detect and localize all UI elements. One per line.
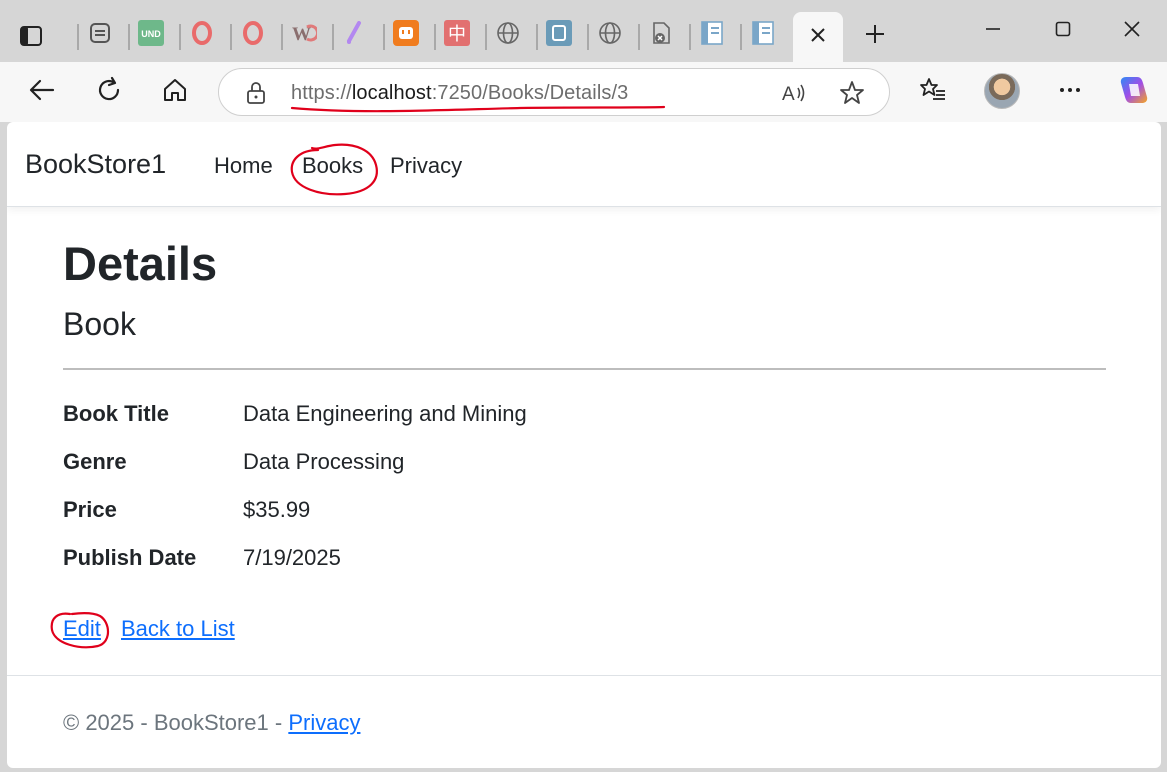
- nav-home[interactable]: Home: [214, 153, 273, 179]
- new-tab-button[interactable]: [858, 20, 892, 52]
- tab-doc-edit[interactable]: [543, 19, 575, 51]
- refresh-button[interactable]: [89, 72, 129, 112]
- settings-more-button[interactable]: [1050, 72, 1090, 112]
- favorites-button[interactable]: [913, 72, 953, 112]
- doc-edit-icon: [546, 19, 572, 51]
- url-host: localhost: [351, 82, 432, 104]
- tab-actions-icon[interactable]: [16, 22, 46, 50]
- edit-link[interactable]: Edit: [63, 616, 101, 642]
- footer-privacy-link[interactable]: Privacy: [288, 710, 360, 735]
- tab-und[interactable]: UND: [135, 19, 167, 51]
- close-tab-icon[interactable]: [809, 26, 827, 49]
- page-subtitle: Book: [63, 306, 136, 342]
- url-text[interactable]: https://localhost:7250/Books/Details/3: [291, 82, 628, 105]
- svg-text:A: A: [782, 84, 795, 105]
- copilot-icon: [1117, 73, 1151, 112]
- back-button[interactable]: [22, 72, 62, 112]
- site-brand[interactable]: BookStore1: [25, 149, 166, 180]
- opera-icon: [190, 20, 214, 50]
- svg-text:UND: UND: [141, 29, 161, 39]
- plug-icon: [393, 19, 419, 51]
- tab-strip: UND W 中: [0, 0, 1167, 62]
- tab-file-close[interactable]: [645, 19, 677, 51]
- tab-document-1[interactable]: [696, 19, 728, 51]
- tab-generic-page[interactable]: [84, 19, 116, 51]
- refresh-icon: [95, 76, 123, 109]
- copilot-button[interactable]: [1114, 72, 1154, 112]
- close-window-button[interactable]: [1112, 12, 1152, 50]
- tab-plug[interactable]: [390, 19, 422, 51]
- tab-opera-1[interactable]: [186, 19, 218, 51]
- favorites-list-icon: [919, 76, 947, 109]
- more-dots-icon: [1056, 76, 1084, 109]
- lock-icon[interactable]: [245, 81, 267, 110]
- field-value-price: $35.99: [243, 497, 311, 522]
- document-icon: [750, 20, 776, 51]
- divider: [63, 368, 1106, 370]
- globe-icon: [496, 21, 520, 50]
- generic-page-icon: [88, 21, 112, 50]
- home-icon: [161, 76, 189, 109]
- file-close-icon: [649, 21, 673, 50]
- pen-icon: [343, 20, 367, 50]
- footer-copyright: © 2025 - BookStore1 -: [63, 710, 289, 735]
- back-to-list-link[interactable]: Back to List: [121, 616, 235, 642]
- address-bar[interactable]: https://localhost:7250/Books/Details/3 A: [218, 68, 890, 116]
- browser-toolbar: https://localhost:7250/Books/Details/3 A: [0, 62, 1167, 122]
- url-path: :7250/Books/Details/3: [431, 82, 629, 104]
- field-label-genre: Genre: [63, 449, 127, 474]
- page-title: Details: [63, 237, 218, 290]
- w-icon: W: [291, 21, 320, 50]
- site-footer: © 2025 - BookStore1 - Privacy: [7, 675, 1161, 768]
- footer-text: © 2025 - BookStore1 - Privacy: [63, 710, 360, 736]
- tab-document-2[interactable]: [747, 19, 779, 51]
- chinese-char-icon: 中: [444, 19, 470, 51]
- back-arrow-icon: [28, 76, 56, 109]
- favorite-star-icon[interactable]: [839, 80, 865, 111]
- read-aloud-icon[interactable]: A: [781, 80, 807, 111]
- plus-icon: [863, 22, 887, 51]
- home-button[interactable]: [155, 72, 195, 112]
- tab-globe-2[interactable]: [594, 19, 626, 51]
- minimize-button[interactable]: [973, 12, 1013, 50]
- tab-opera-2[interactable]: [237, 19, 269, 51]
- maximize-icon: [1055, 21, 1071, 42]
- profile-avatar[interactable]: [984, 73, 1020, 109]
- url-scheme: https://: [291, 82, 352, 104]
- tab-w[interactable]: W: [288, 19, 320, 51]
- close-icon: [1123, 20, 1141, 43]
- tab-chinese[interactable]: 中: [441, 19, 473, 51]
- field-value-title: Data Engineering and Mining: [243, 401, 527, 426]
- field-label-title: Book Title: [63, 401, 169, 426]
- document-icon: [699, 20, 725, 51]
- maximize-button[interactable]: [1043, 12, 1083, 50]
- nav-privacy[interactable]: Privacy: [390, 153, 462, 179]
- field-value-genre: Data Processing: [243, 449, 405, 474]
- svg-text:中: 中: [448, 24, 466, 45]
- active-tab[interactable]: [793, 12, 843, 62]
- web-page: BookStore1 Home Books Privacy Details Bo…: [7, 122, 1161, 768]
- field-value-publish-date: 7/19/2025: [243, 545, 341, 570]
- globe-icon: [598, 21, 622, 50]
- minimize-icon: [985, 21, 1001, 42]
- field-label-publish-date: Publish Date: [63, 545, 197, 570]
- opera-icon: [241, 20, 265, 50]
- tab-pen[interactable]: [339, 19, 371, 51]
- tab-globe-1[interactable]: [492, 19, 524, 51]
- und-icon: UND: [138, 19, 164, 51]
- nav-books[interactable]: Books: [302, 153, 363, 179]
- site-navbar: BookStore1 Home Books Privacy: [7, 122, 1161, 207]
- field-label-price: Price: [63, 497, 117, 522]
